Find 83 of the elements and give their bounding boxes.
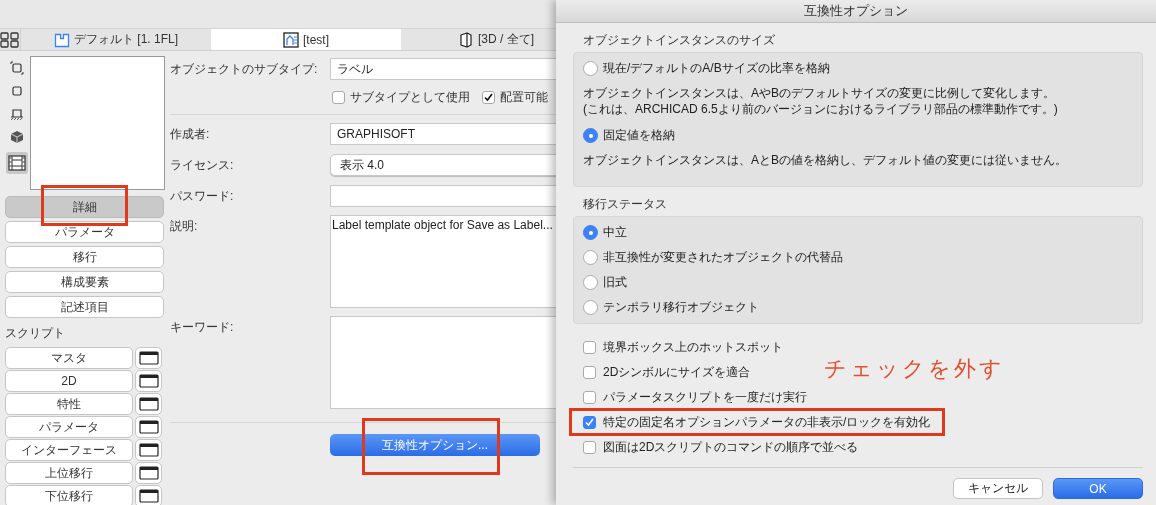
radio-button[interactable] <box>583 224 598 240</box>
checkbox-label: 2Dシンボルにサイズを適合 <box>603 365 751 379</box>
field-label: 説明: <box>170 218 199 235</box>
window-icon <box>138 466 159 480</box>
radio-label: 非互換性が変更されたオブジェクトの代替品 <box>603 248 843 266</box>
script-button[interactable]: パラメータ <box>5 416 133 438</box>
window-icon <box>138 351 159 365</box>
subtype-field[interactable]: ラベル <box>330 58 556 80</box>
script-button[interactable]: インターフェース <box>5 439 133 461</box>
field-label: オブジェクトのサブタイプ: <box>170 61 319 78</box>
script-button[interactable]: マスタ <box>5 347 133 369</box>
frame-icon[interactable] <box>10 61 24 75</box>
checkbox-label: 特定の固定名オプションパラメータの非表示/ロックを有効化 <box>603 415 931 429</box>
description-text: オブジェクトインスタンスは、AとBの値を格納し、デフォルト値の変更には従いません。 <box>583 152 1068 168</box>
radio-button[interactable] <box>583 274 598 290</box>
radio-label: 中立 <box>603 223 627 241</box>
ok-button[interactable]: OK <box>1053 478 1143 499</box>
view-tab[interactable]: [3D / 全て] <box>401 29 556 50</box>
cancel-button[interactable]: キャンセル <box>953 478 1043 499</box>
nav-button[interactable]: 詳細 <box>5 196 164 218</box>
script-button[interactable]: 下位移行 <box>5 485 133 505</box>
view-tab[interactable]: デフォルト [1. 1FL] <box>21 29 211 50</box>
radio-button[interactable] <box>583 60 598 76</box>
checkbox[interactable] <box>583 340 596 354</box>
open-window-button[interactable] <box>135 462 162 484</box>
popup-button[interactable]: 表示 4.0 <box>330 154 556 176</box>
checkbox-label: パラメータスクリプトを一度だけ実行 <box>603 390 807 404</box>
checkbox-label: 配置可能 <box>500 88 548 106</box>
square-icon[interactable] <box>10 84 24 98</box>
script-button[interactable]: 2D <box>5 370 133 392</box>
section-label: スクリプト <box>5 325 66 342</box>
open-window-button[interactable] <box>135 393 162 415</box>
checkbox-label: サブタイプとして使用 <box>350 88 470 106</box>
grid-view-icon[interactable] <box>0 31 20 48</box>
script-button[interactable]: 上位移行 <box>5 462 133 484</box>
compatibility-options-button[interactable]: 互換性オプション... <box>330 434 540 456</box>
checkbox[interactable] <box>482 90 495 104</box>
radio-button[interactable] <box>583 249 598 265</box>
window-icon <box>138 443 159 457</box>
field-label: パスワード: <box>170 188 235 205</box>
text-field[interactable]: GRAPHISOFT <box>330 123 556 145</box>
nav-button[interactable]: 記述項目 <box>5 296 164 318</box>
checkbox[interactable] <box>583 440 596 454</box>
radio-label: 旧式 <box>603 273 627 291</box>
group-heading: オブジェクトインスタンスのサイズ <box>583 32 776 49</box>
open-window-button[interactable] <box>135 439 162 461</box>
checkbox-label: 図面は2Dスクリプトのコマンドの順序で並べる <box>603 440 859 454</box>
layout-sheet-icon <box>283 31 299 48</box>
elevation-icon[interactable] <box>10 107 24 121</box>
radio-label: 固定値を格納 <box>603 126 675 144</box>
dialog-title: 互換性オプション <box>556 0 1156 23</box>
radio-button[interactable] <box>583 299 598 315</box>
field-label: ライセンス: <box>170 157 235 174</box>
window-icon <box>138 489 159 503</box>
cube-icon[interactable] <box>10 130 24 144</box>
checkbox[interactable] <box>583 365 596 379</box>
radio-label: 現在/デフォルトのA/Bサイズの比率を格納 <box>603 59 830 77</box>
open-window-button[interactable] <box>135 370 162 392</box>
open-window-button[interactable] <box>135 485 162 505</box>
group-heading: 移行ステータス <box>583 196 668 213</box>
floor-plan-icon <box>54 31 70 48</box>
field-label: キーワード: <box>170 319 235 336</box>
nav-button[interactable]: 構成要素 <box>5 271 164 293</box>
open-window-button[interactable] <box>135 347 162 369</box>
script-button[interactable]: 特性 <box>5 393 133 415</box>
field-label: 作成者: <box>170 126 211 143</box>
text-area[interactable]: Label template object for Save as Label... <box>330 215 556 308</box>
radio-label: テンポラリ移行オブジェクト <box>603 298 759 316</box>
open-window-button[interactable] <box>135 416 162 438</box>
checkbox[interactable] <box>583 390 596 404</box>
nav-button[interactable]: 移行 <box>5 246 164 268</box>
view-tab[interactable]: [test] <box>211 29 401 50</box>
radio-button[interactable] <box>583 127 598 143</box>
box-view-icon <box>458 31 474 48</box>
window-icon <box>138 420 159 434</box>
text-field[interactable] <box>330 185 556 207</box>
window-icon <box>138 397 159 411</box>
description-text: オブジェクトインスタンスは、AやBのデフォルトサイズの変更に比例して変化します。 (これは、ARCHICAD 6.5より前のバージョンにおけるライブラリ部品の標準動作です。) <box>583 85 1059 117</box>
checkbox-label: 境界ボックス上のホットスポット <box>603 340 783 354</box>
checkbox[interactable] <box>332 90 345 104</box>
annotation-text: チェックを外す <box>824 355 1005 383</box>
window-icon <box>138 374 159 388</box>
checkbox[interactable] <box>583 415 596 429</box>
